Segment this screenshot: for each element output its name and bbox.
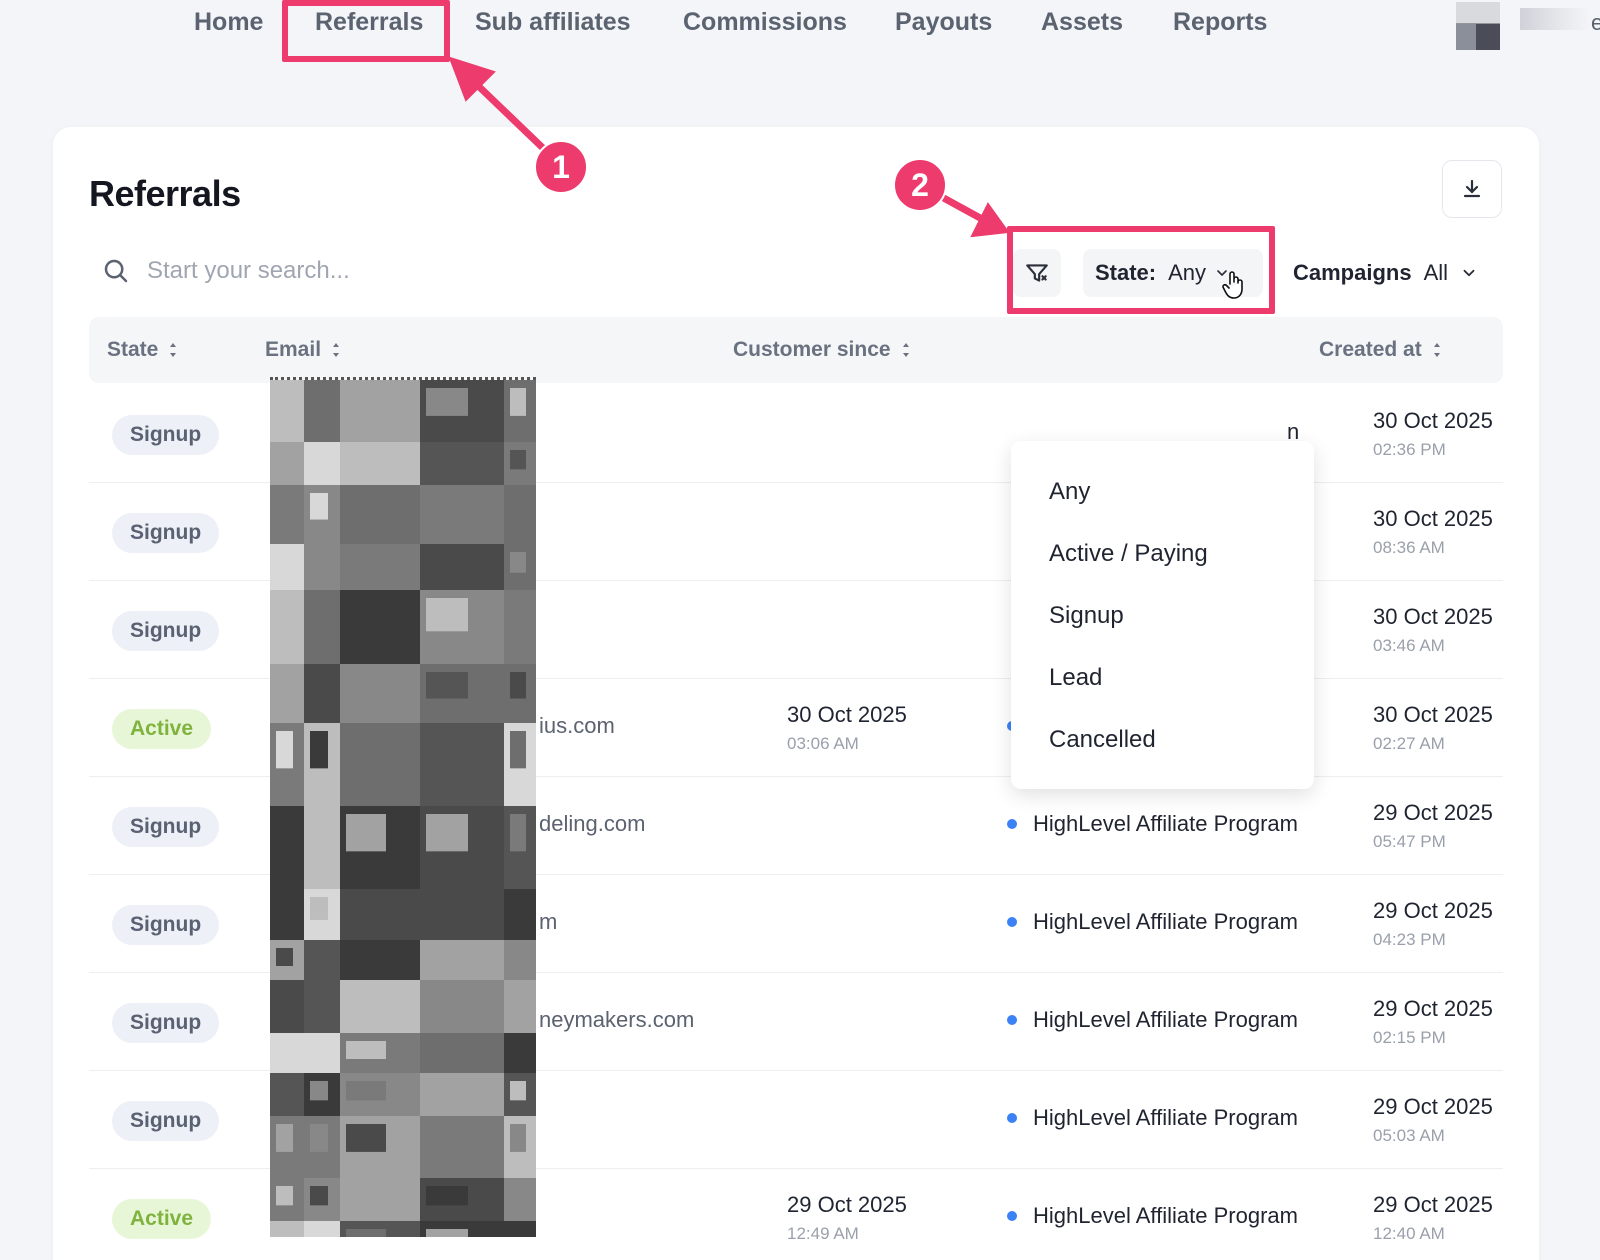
hand-cursor-icon — [1222, 271, 1243, 299]
annotation-step-1: 1 — [534, 140, 588, 194]
annotation-arrow-2 — [936, 192, 986, 223]
annotation-arrow-1 — [466, 74, 549, 154]
annotation-arrows — [448, 56, 1010, 238]
annotation-step-2: 2 — [893, 158, 947, 212]
